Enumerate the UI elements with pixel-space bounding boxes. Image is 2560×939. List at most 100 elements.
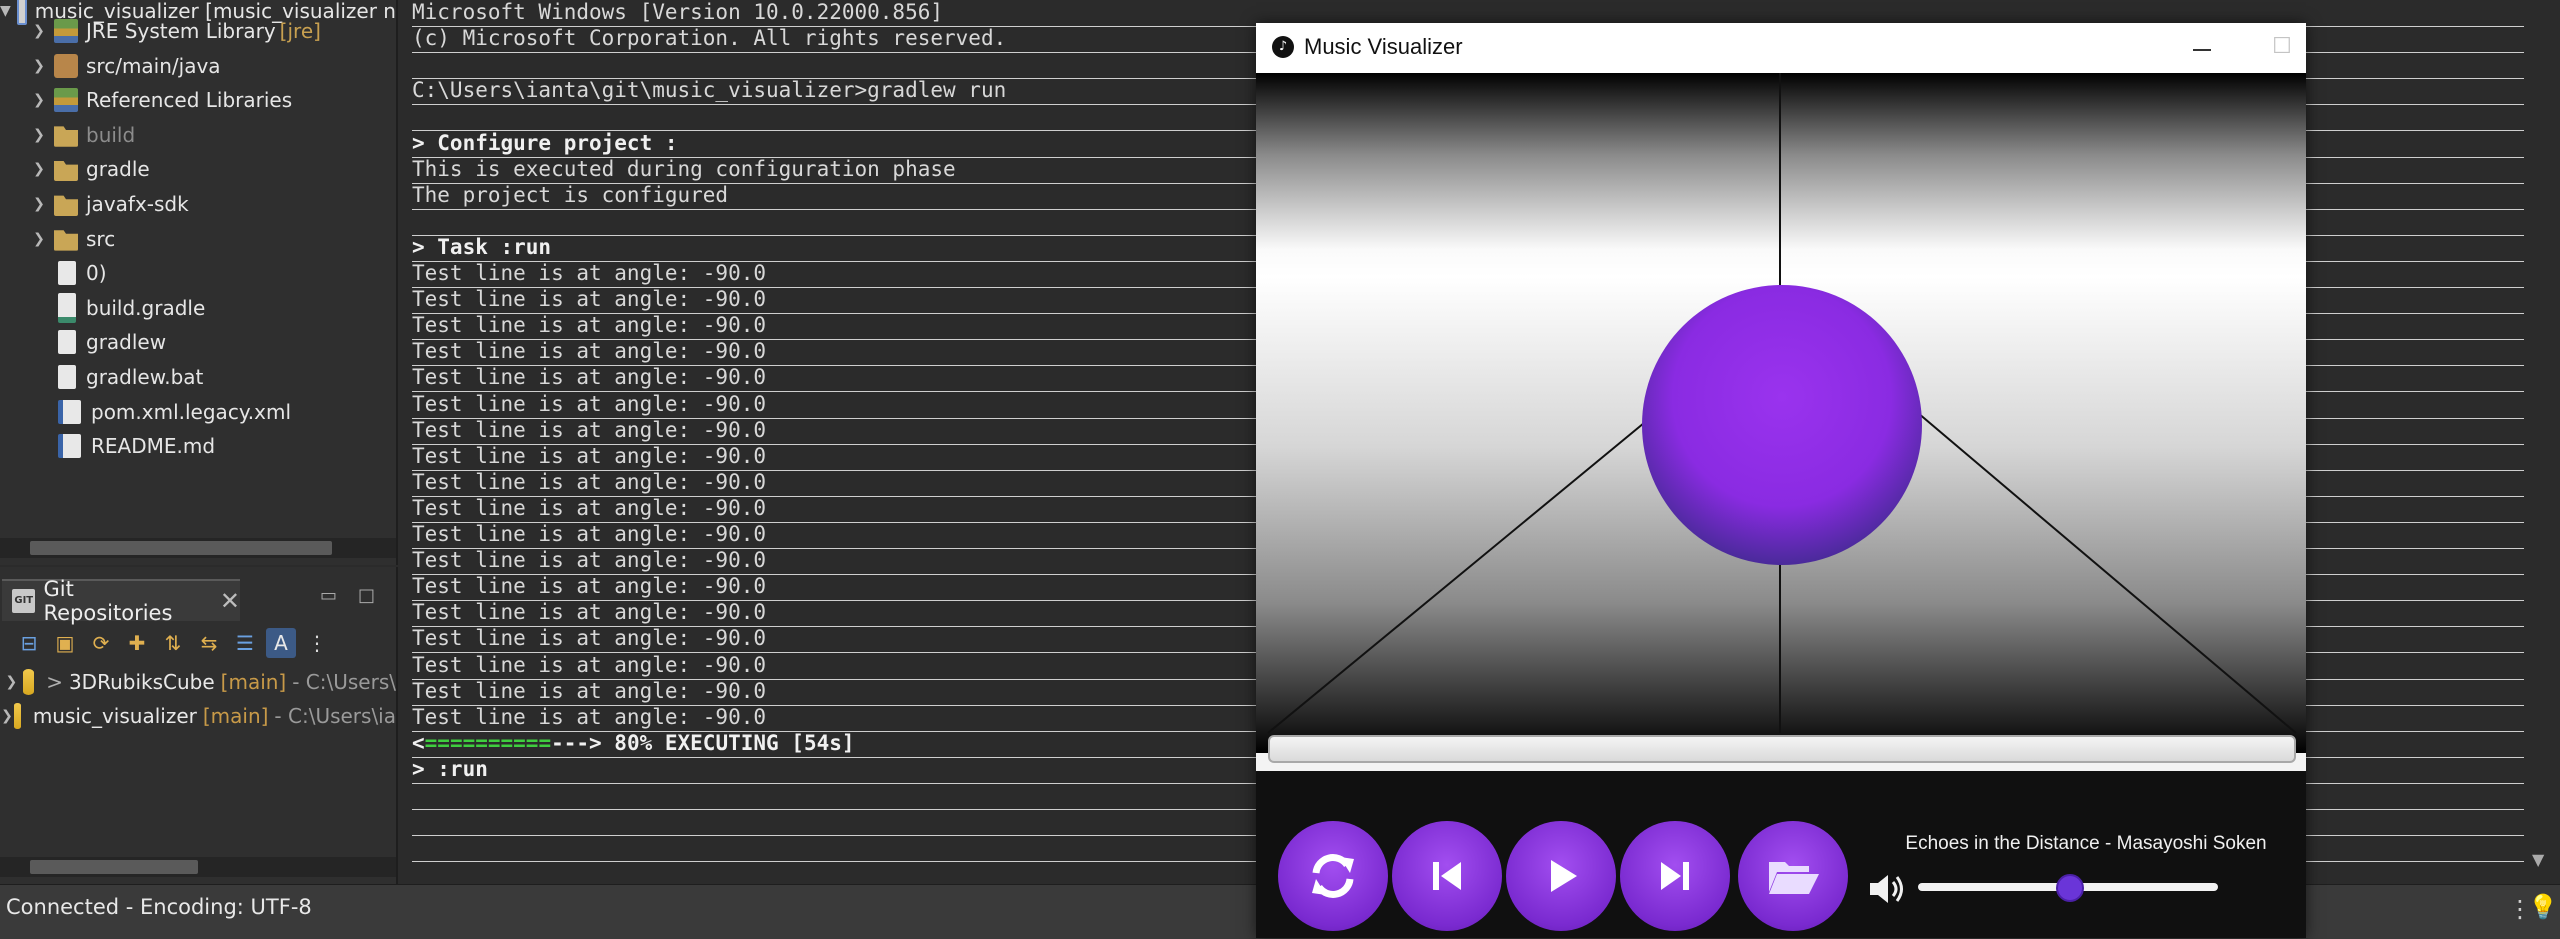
- tree-item-label: Referenced Libraries: [86, 88, 293, 113]
- song-title: Echoes in the Distance - Masayoshi Soken: [1905, 833, 2267, 854]
- music-visualizer-window: ♪ Music Visualizer ☐ ✕: [1256, 23, 2306, 938]
- open-folder-icon: [1769, 862, 1819, 894]
- tree-item-label: README.md: [91, 434, 216, 459]
- chevron-right-icon[interactable]: ❯: [0, 708, 14, 724]
- tree-item[interactable]: ❯ src: [0, 222, 426, 256]
- tree-item[interactable]: pom.xml.legacy.xml: [0, 395, 426, 429]
- status-text: Connected - Encoding: UTF-8: [6, 895, 312, 919]
- tree-item[interactable]: ❯ JRE System Library [jre]: [0, 14, 426, 48]
- tree-item-label: pom.xml.legacy.xml: [91, 399, 292, 424]
- package-explorer: ▼ music_visualizer [music_visualizer n ❯…: [0, 0, 398, 565]
- library-icon: [54, 88, 78, 113]
- progress-done: ==========: [424, 730, 552, 755]
- folder-icon: [54, 195, 78, 216]
- previous-icon: [1433, 862, 1461, 890]
- console-vertical-scrollbar[interactable]: ▼: [2524, 0, 2560, 880]
- tip-bulb-icon[interactable]: 💡: [2528, 893, 2558, 921]
- progress-status: ---> 80% EXECUTING [54s]: [551, 730, 855, 755]
- chevron-right-icon[interactable]: ❯: [30, 92, 48, 108]
- folder-icon: [54, 126, 78, 147]
- tree-item-label: src: [86, 226, 116, 251]
- tree-item-label: javafx-sdk: [86, 192, 189, 216]
- tree-item-label: src/main/java: [86, 53, 221, 78]
- chevron-right-icon[interactable]: ❯: [30, 231, 48, 247]
- seek-bar[interactable]: [1268, 735, 2296, 763]
- minimize-window-button[interactable]: [2180, 37, 2224, 61]
- maximize-panel-icon[interactable]: □: [358, 585, 380, 606]
- repo-branch: [main]: [220, 670, 287, 694]
- chevron-right-icon[interactable]: ❯: [30, 196, 48, 212]
- window-titlebar[interactable]: ♪ Music Visualizer ☐ ✕: [1256, 23, 2306, 73]
- xml-file-icon: [58, 399, 81, 424]
- window-title: Music Visualizer: [1304, 34, 1463, 59]
- horizontal-scrollbar-thumb[interactable]: [30, 860, 198, 874]
- clone-repository-icon[interactable]: ⟳: [86, 628, 116, 658]
- tree-item-label: build.gradle: [86, 295, 206, 320]
- library-icon: [54, 19, 78, 43]
- repo-row-3drubikscube[interactable]: ❯ > 3DRubiksCube [main] - C:\Users\: [0, 665, 396, 699]
- tree-item[interactable]: gradlew: [0, 325, 426, 359]
- view-menu-icon[interactable]: ⋮: [302, 628, 332, 658]
- horizontal-scrollbar-thumb[interactable]: [30, 541, 332, 555]
- tree-item-label: build: [86, 122, 136, 147]
- create-repository-icon[interactable]: ✚: [122, 628, 152, 658]
- visualizer-canvas: [1256, 73, 2306, 753]
- file-icon: [58, 261, 76, 286]
- visualizer-line-right: [1917, 412, 2297, 734]
- tree-item-label: JRE System Library: [86, 19, 276, 43]
- play-icon: [1551, 860, 1577, 892]
- chevron-right-icon[interactable]: ❯: [30, 127, 48, 143]
- repo-row-music-visualizer[interactable]: ❯ music_visualizer [main] - C:\Users\ia: [0, 699, 396, 733]
- tree-item[interactable]: 0): [0, 256, 426, 290]
- markdown-file-icon: [58, 434, 81, 459]
- music-note-icon: ♪: [1272, 36, 1294, 58]
- add-repository-icon[interactable]: ▣: [50, 628, 80, 658]
- open-folder-button[interactable]: [1738, 821, 1848, 931]
- play-button[interactable]: [1506, 821, 1616, 931]
- dirty-marker: >: [46, 670, 63, 694]
- tree-item[interactable]: ❯ javafx-sdk: [0, 187, 426, 221]
- scroll-down-icon[interactable]: ▼: [2532, 850, 2544, 869]
- volume-icon[interactable]: [1868, 871, 1908, 907]
- tree-item[interactable]: ❯ src/main/java: [0, 49, 426, 83]
- tree-item[interactable]: build.gradle: [0, 291, 426, 325]
- tree-item-label: gradlew.bat: [86, 365, 204, 389]
- tree-item[interactable]: ❯ Referenced Libraries: [0, 83, 426, 117]
- chevron-right-icon[interactable]: ❯: [0, 674, 23, 690]
- visualizer-line-left: [1267, 422, 1645, 734]
- tab-git-repositories[interactable]: GIT Git Repositories ✕: [2, 577, 240, 625]
- git-repositories-panel: GIT Git Repositories ✕ ▭ □ ⊟ ▣ ⟳ ✚ ⇅ ⇆ ☰…: [0, 567, 398, 884]
- link-editor-icon[interactable]: A: [266, 628, 296, 658]
- tree-item-label: gradlew: [86, 330, 167, 355]
- maximize-window-button[interactable]: ☐: [2260, 31, 2304, 63]
- link-with-selection-icon[interactable]: ⇆: [194, 628, 224, 658]
- previous-button[interactable]: [1392, 821, 1502, 931]
- repo-path: - C:\Users\ia: [274, 704, 396, 728]
- git-toolbar: ⊟ ▣ ⟳ ✚ ⇅ ⇆ ☰ A ⋮: [14, 625, 332, 661]
- tree-item[interactable]: README.md: [0, 429, 426, 463]
- repo-name: music_visualizer: [32, 704, 197, 728]
- visualizer-graphic: [1267, 73, 2297, 734]
- repository-icon: [13, 703, 21, 729]
- folder-icon: [54, 230, 78, 251]
- package-folder-icon: [54, 53, 78, 78]
- volume-slider-thumb[interactable]: [2056, 874, 2084, 902]
- chevron-right-icon[interactable]: ❯: [30, 58, 48, 74]
- collapse-all-icon[interactable]: ⊟: [14, 628, 44, 658]
- chevron-right-icon[interactable]: ❯: [30, 161, 48, 177]
- repo-path: - C:\Users\: [292, 670, 396, 694]
- tree-item[interactable]: gradlew.bat: [0, 360, 426, 394]
- gradle-file-icon: [58, 292, 76, 323]
- tab-label: Git Repositories: [43, 577, 173, 625]
- git-icon: GIT: [12, 589, 36, 613]
- tree-item[interactable]: ❯ gradle: [0, 152, 426, 186]
- close-icon[interactable]: ✕: [220, 587, 240, 615]
- tree-item[interactable]: ❯ build: [0, 118, 426, 152]
- chevron-right-icon[interactable]: ❯: [30, 23, 48, 39]
- minimize-panel-icon[interactable]: ▭: [320, 585, 342, 606]
- next-button[interactable]: [1620, 821, 1730, 931]
- repeat-button[interactable]: [1278, 821, 1388, 931]
- hierarchical-view-icon[interactable]: ☰: [230, 628, 260, 658]
- folder-icon: [54, 160, 78, 182]
- pull-icon[interactable]: ⇅: [158, 628, 188, 658]
